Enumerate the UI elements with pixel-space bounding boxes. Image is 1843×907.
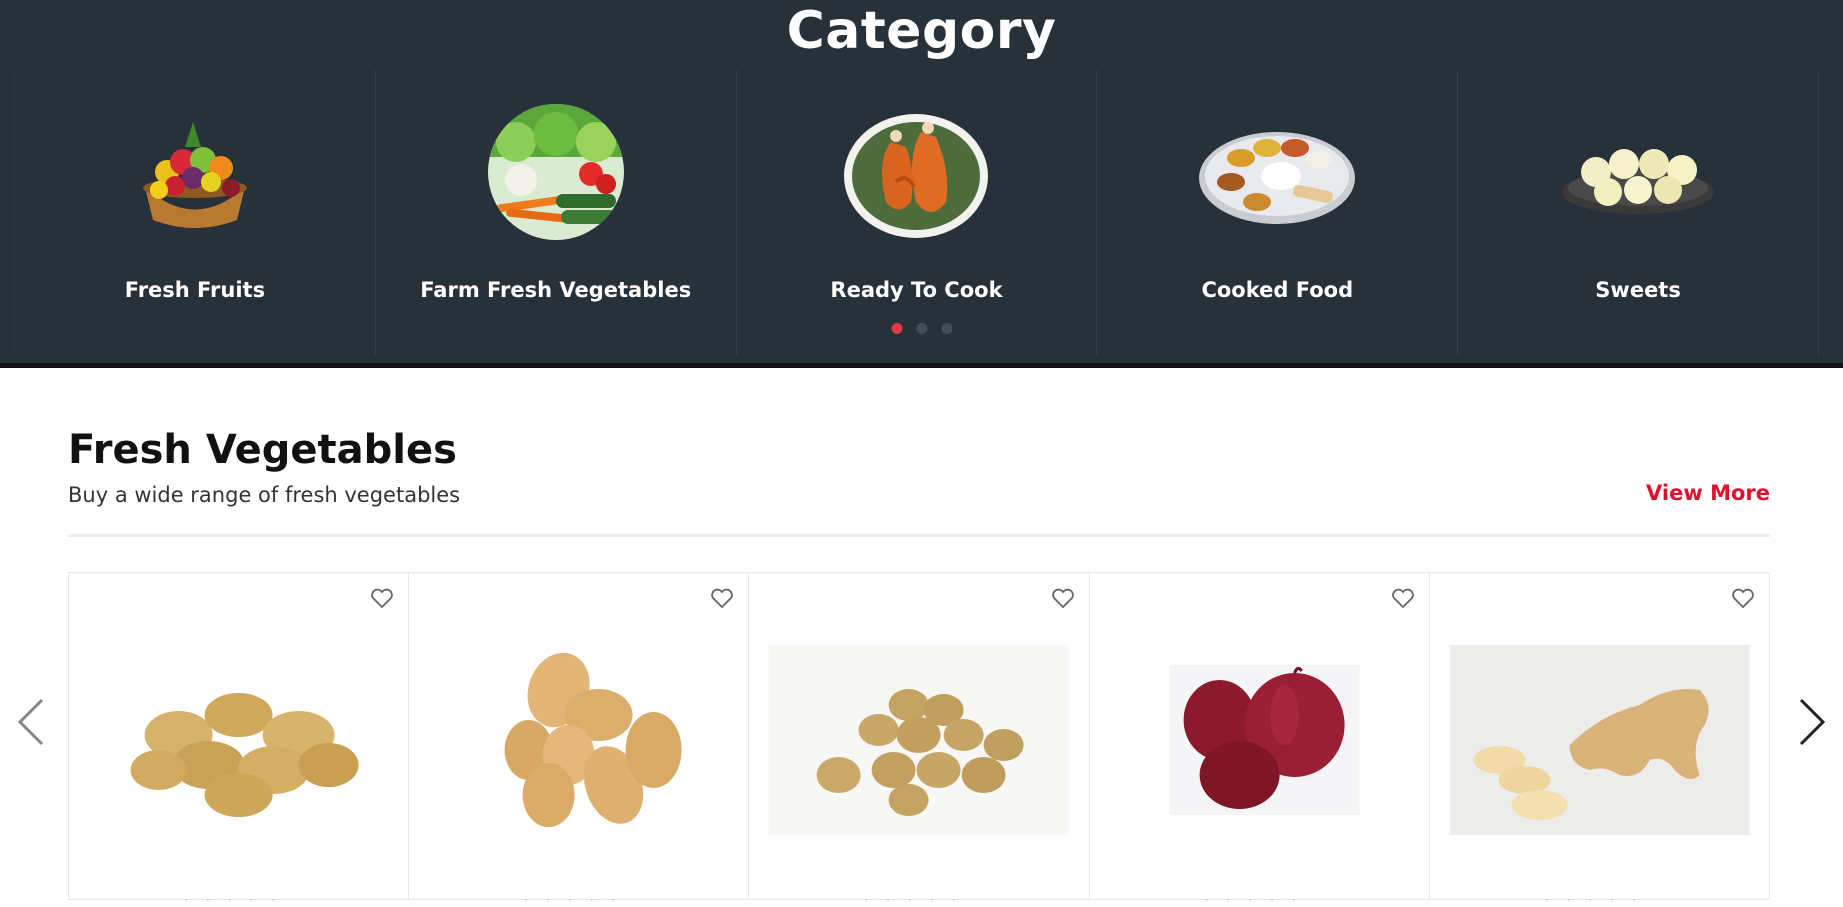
ginger-image bbox=[1442, 645, 1757, 835]
product-card[interactable]: ····· bbox=[68, 572, 409, 907]
rating-stars: ····· bbox=[524, 893, 634, 907]
category-carousel: Fresh Fruits Farm Fresh Vegetables Ready… bbox=[14, 70, 1819, 355]
category-label: Farm Fresh Vegetables bbox=[420, 278, 692, 302]
carousel-pagination bbox=[891, 323, 952, 334]
category-tile-fresh-fruits[interactable]: Fresh Fruits bbox=[14, 70, 376, 355]
chevron-right-icon[interactable] bbox=[1791, 692, 1831, 752]
rating-stars: ····· bbox=[1204, 893, 1314, 907]
section-subtitle: Buy a wide range of fresh vegetables bbox=[68, 483, 461, 507]
heart-icon[interactable] bbox=[370, 587, 394, 609]
pagination-dot-3[interactable] bbox=[941, 323, 952, 334]
category-label: Cooked Food bbox=[1201, 278, 1354, 302]
view-more-link[interactable]: View More bbox=[1646, 481, 1770, 505]
rating-stars: ····· bbox=[1544, 893, 1654, 907]
heart-icon[interactable] bbox=[1051, 587, 1075, 609]
product-card[interactable]: ····· bbox=[748, 572, 1089, 907]
vegetables-image bbox=[476, 102, 636, 242]
product-card[interactable]: ····· bbox=[1428, 572, 1771, 907]
category-tile-sweets[interactable]: Sweets bbox=[1458, 70, 1819, 355]
chevron-left-icon[interactable] bbox=[12, 692, 52, 752]
heart-icon[interactable] bbox=[1731, 587, 1755, 609]
product-card[interactable]: ····· bbox=[1088, 572, 1429, 907]
pagination-dot-1[interactable] bbox=[891, 323, 902, 334]
baby-potatoes-image bbox=[761, 645, 1076, 835]
potatoes-image bbox=[81, 645, 396, 835]
fruit-basket-image bbox=[115, 102, 275, 242]
sweets-plate-image bbox=[1558, 102, 1718, 242]
category-label: Sweets bbox=[1595, 278, 1681, 302]
category-label: Fresh Fruits bbox=[124, 278, 266, 302]
header-divider bbox=[68, 534, 1770, 537]
heart-icon[interactable] bbox=[1391, 587, 1415, 609]
pagination-dot-2[interactable] bbox=[916, 323, 927, 334]
rating-stars: ····· bbox=[864, 893, 974, 907]
potatoes-image bbox=[421, 645, 736, 835]
rating-stars: ····· bbox=[184, 893, 294, 907]
fresh-vegetables-header: Fresh Vegetables Buy a wide range of fre… bbox=[68, 425, 1770, 507]
heart-icon[interactable] bbox=[710, 587, 734, 609]
product-carousel: ····· ····· ····· ····· ····· bbox=[68, 572, 1771, 907]
category-label: Ready To Cook bbox=[830, 278, 1003, 302]
category-title: Category bbox=[786, 1, 1057, 61]
section-divider bbox=[0, 363, 1843, 368]
category-tile-ready-to-cook[interactable]: Ready To Cook bbox=[737, 70, 1098, 355]
red-onions-image bbox=[1102, 645, 1417, 835]
section-title: Fresh Vegetables bbox=[68, 427, 457, 473]
chicken-image bbox=[836, 102, 996, 242]
product-card[interactable]: ····· bbox=[408, 572, 749, 907]
thali-plate-image bbox=[1197, 102, 1357, 242]
category-tile-cooked-food[interactable]: Cooked Food bbox=[1097, 70, 1459, 355]
category-tile-farm-fresh-vegetables[interactable]: Farm Fresh Vegetables bbox=[376, 70, 737, 355]
category-section: Category Fresh Fruits Farm Fresh Vegetab… bbox=[0, 0, 1843, 368]
